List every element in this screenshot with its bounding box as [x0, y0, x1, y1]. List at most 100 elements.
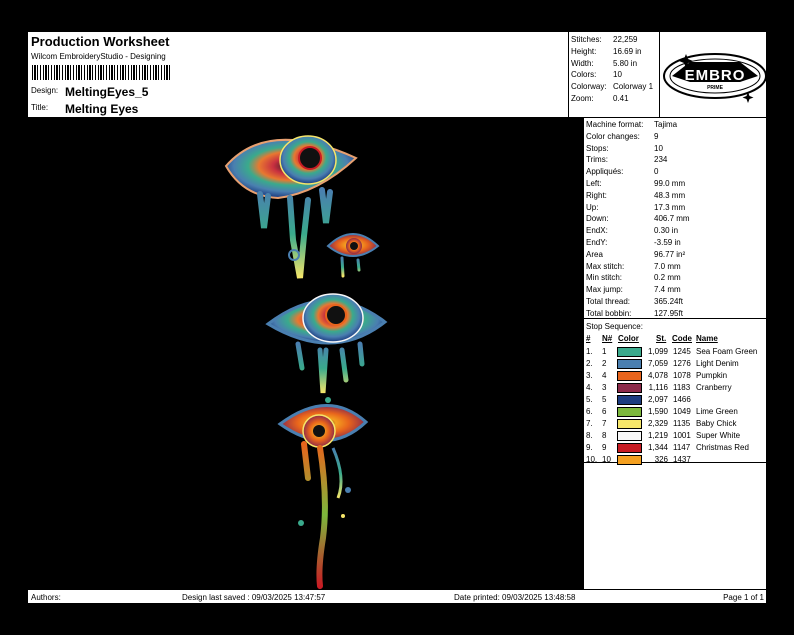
- stop-row: 5. 5 2,097 1466: [584, 394, 769, 406]
- last-saved: Design last saved : 09/03/2025 13:47:57: [182, 593, 326, 602]
- summary-row: Stitches: 22,259: [571, 35, 637, 44]
- color-swatch: [617, 347, 642, 357]
- machine-info-value: 0: [654, 167, 659, 177]
- stop-index: 2.: [586, 359, 593, 368]
- machine-info-label: Total thread:: [586, 297, 631, 306]
- stitch-count: 1,219: [647, 431, 668, 440]
- thread-code: 1001: [673, 431, 691, 440]
- stitch-count: 2,329: [647, 419, 668, 428]
- machine-info-value: 0.30 in: [654, 226, 679, 236]
- stop-index: 8.: [586, 431, 593, 440]
- machine-info-value: 365.24ft: [654, 297, 683, 306]
- worksheet-header: Production Worksheet Wilcom EmbroiderySt…: [28, 32, 569, 118]
- stop-row: 7. 7 2,329 1135 Baby Chick: [584, 418, 769, 430]
- machine-info-value: Tajima: [654, 120, 678, 129]
- machine-info-value: 9: [654, 131, 659, 141]
- color-swatch: [617, 407, 642, 417]
- embro-prime-logo: EMBRO PRIME: [663, 53, 767, 103]
- summary-label: Stitches:: [571, 35, 602, 44]
- svg-text:PRIME: PRIME: [707, 85, 724, 91]
- machine-info-value: -3.59 in: [654, 238, 681, 247]
- summary-value: 10: [613, 70, 622, 80]
- stitch-count: 2,097: [647, 395, 668, 404]
- machine-info-label: Right:: [586, 190, 607, 200]
- machine-info-value: 10: [654, 143, 663, 153]
- empty-panel: [583, 463, 768, 589]
- stop-row: 2. 2 7,059 1276 Light Denim: [584, 358, 769, 370]
- needle-number: 4: [602, 371, 607, 380]
- stop-row: 4. 3 1,116 1183 Cranberry: [584, 382, 769, 394]
- needle-number: 7: [602, 419, 607, 428]
- machine-info-value: 0.2 mm: [654, 273, 681, 283]
- needle-number: 1: [602, 347, 607, 356]
- machine-info-value: 99.0 mm: [654, 179, 686, 188]
- thread-code: 1147: [673, 443, 691, 452]
- thread-name: Super White: [696, 431, 741, 440]
- stop-index: 6.: [586, 407, 593, 416]
- thread-name: Baby Chick: [696, 419, 737, 428]
- machine-info-value: 7.4 mm: [654, 285, 681, 295]
- stitch-count: 1,344: [647, 443, 668, 452]
- summary-value: 5.80 in: [613, 58, 638, 68]
- thread-code: 1135: [673, 419, 691, 428]
- stop-row: 8. 8 1,219 1001 Super White: [584, 430, 769, 442]
- col-header-color: Color: [618, 334, 639, 343]
- thread-code: 1078: [673, 371, 691, 380]
- thread-name: Christmas Red: [696, 443, 749, 452]
- summary-value: 0.41: [613, 94, 629, 103]
- needle-number: 6: [602, 407, 607, 416]
- summary-label: Colorway:: [571, 82, 607, 92]
- machine-info-label: Area: [586, 249, 603, 259]
- page-title: Production Worksheet: [31, 34, 170, 49]
- needle-number: 3: [602, 383, 607, 392]
- stitch-count: 1,099: [647, 347, 668, 356]
- machine-info-label: Color changes:: [586, 131, 640, 141]
- color-swatch: [617, 419, 642, 429]
- machine-info-label: Machine format:: [586, 120, 644, 129]
- machine-info-label: Max jump:: [586, 285, 623, 295]
- machine-info-label: Stops:: [586, 143, 609, 153]
- machine-info-label: Trims:: [586, 155, 608, 165]
- machine-info-value: 406.7 mm: [654, 214, 690, 224]
- stop-row: 9. 9 1,344 1147 Christmas Red: [584, 442, 769, 454]
- color-swatch: [617, 383, 642, 393]
- machine-info-value: 48.3 mm: [654, 190, 686, 200]
- software-subtitle: Wilcom EmbroideryStudio - Designing: [31, 52, 166, 61]
- machine-info-value: 127.95ft: [654, 308, 683, 318]
- stop-index: 9.: [586, 443, 593, 452]
- needle-number: 8: [602, 431, 607, 440]
- stop-index: 3.: [586, 371, 593, 380]
- stitch-count: 1,116: [648, 383, 668, 392]
- machine-info-value: 17.3 mm: [654, 202, 686, 212]
- machine-info-label: Max stitch:: [586, 261, 625, 271]
- stop-row: 1. 1 1,099 1245 Sea Foam Green: [584, 346, 769, 358]
- thread-code: 1049: [673, 407, 691, 416]
- machine-info-label: EndY:: [586, 238, 608, 247]
- title-label: Title:: [31, 103, 49, 112]
- color-swatch: [617, 395, 642, 405]
- color-swatch: [617, 431, 642, 441]
- col-header-name: Name: [696, 334, 718, 343]
- design-preview: [28, 118, 583, 589]
- machine-info-label: Total bobbin:: [586, 308, 632, 318]
- machine-info-label: Up:: [586, 202, 599, 212]
- stop-index: 4.: [586, 383, 593, 392]
- thread-name: Sea Foam Green: [696, 347, 758, 356]
- thread-code: 1183: [673, 383, 691, 392]
- thread-name: Pumpkin: [696, 371, 728, 380]
- stop-row: 3. 4 4,078 1078 Pumpkin: [584, 370, 769, 382]
- barcode: [32, 65, 172, 80]
- summary-row: Colorway: Colorway 1: [571, 82, 653, 91]
- design-label: Design:: [31, 86, 59, 95]
- melting-eyes-artwork: [224, 135, 388, 589]
- date-printed: Date printed: 09/03/2025 13:48:58: [454, 593, 576, 602]
- brand-logo: EMBRO PRIME: [659, 32, 768, 118]
- machine-info-panel: Machine format: Tajima Color changes: 9 Stop…: [583, 118, 768, 319]
- thread-code: 1245: [673, 347, 691, 356]
- stitch-count: 4,078: [647, 371, 668, 380]
- machine-info-value: 7.0 mm: [654, 261, 681, 271]
- stop-index: 1.: [586, 347, 593, 356]
- page-number: Page 1 of 1: [723, 593, 764, 602]
- summary-value: Colorway 1: [613, 82, 654, 92]
- summary-row: Zoom: 0.41: [571, 94, 629, 103]
